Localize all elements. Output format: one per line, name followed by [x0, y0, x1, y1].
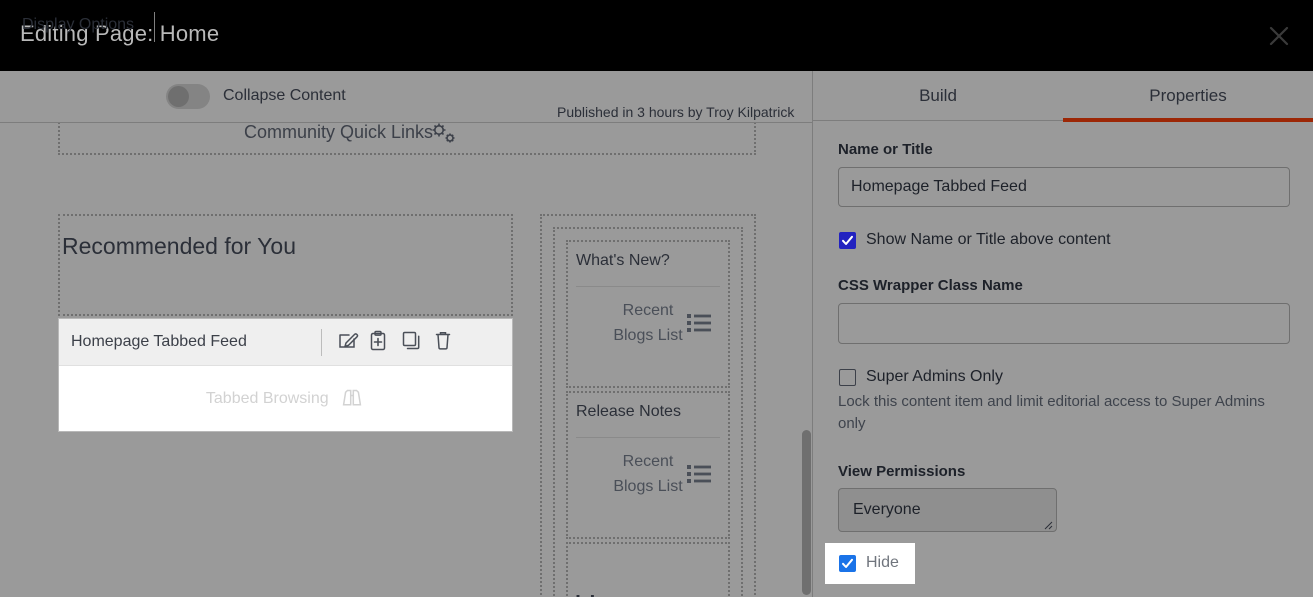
list-icon — [686, 462, 712, 494]
hide-checkbox[interactable] — [839, 554, 856, 572]
show-name-checkbox[interactable] — [839, 231, 856, 249]
edit-icon[interactable] — [337, 330, 359, 354]
binoculars-icon — [339, 386, 365, 413]
list-icon — [686, 311, 712, 343]
css-wrapper-label: CSS Wrapper Class Name — [838, 277, 1023, 294]
widget-have-an-heading: Have an — [574, 588, 689, 597]
toggle-knob — [168, 86, 189, 107]
content-card-homepage-tabbed-feed[interactable]: Homepage Tabbed Feed Tabbed Browsing — [58, 318, 513, 432]
card-action-icons — [337, 330, 455, 354]
view-permissions-select[interactable]: Everyone — [838, 488, 1057, 532]
widget-community-quick-links-title: Community Quick Links — [244, 123, 434, 142]
widget-release-notes-body: Recent Blogs List — [568, 449, 728, 499]
widget-whats-new-body: Recent Blogs List — [568, 298, 728, 348]
widget-release-notes-heading: Release Notes — [576, 403, 681, 420]
hide-checkbox-label[interactable]: Hide — [866, 554, 899, 572]
super-admins-help-text: Lock this content item and limit editori… — [838, 393, 1265, 432]
gears-icon — [428, 123, 458, 152]
collapse-content-label[interactable]: Collapse Content — [223, 87, 346, 105]
tab-properties[interactable]: Properties — [1063, 71, 1313, 122]
super-admins-checkbox[interactable] — [839, 368, 856, 386]
collapse-content-toggle[interactable] — [166, 84, 210, 109]
css-wrapper-input[interactable] — [838, 303, 1290, 344]
view-permissions-value: Everyone — [853, 501, 921, 518]
page-canvas: Community Quick Links Recommended for Yo… — [0, 123, 812, 597]
super-admins-checkbox-row[interactable]: Super Admins Only — [839, 368, 1003, 386]
tab-build[interactable]: Build — [813, 71, 1063, 121]
card-title: Homepage Tabbed Feed — [71, 333, 247, 350]
name-or-title-label: Name or Title — [838, 141, 933, 158]
widget-whats-new[interactable]: What's New? Recent Blogs List — [566, 240, 730, 388]
card-body: Tabbed Browsing — [59, 366, 512, 431]
copy-icon[interactable] — [401, 330, 423, 354]
hide-checkbox-row[interactable]: Hide — [839, 554, 899, 572]
card-body-label-text: Tabbed Browsing — [205, 390, 329, 407]
card-header: Homepage Tabbed Feed — [59, 319, 512, 366]
toolbar-divider — [154, 12, 155, 42]
super-admins-checkbox-label[interactable]: Super Admins Only — [866, 368, 1003, 386]
widget-release-notes[interactable]: Release Notes Recent Blogs List — [566, 391, 730, 539]
published-status-text: Published in 3 hours by Troy Kilpatrick — [557, 104, 795, 120]
display-options-button[interactable]: Display Options — [22, 16, 134, 34]
panel-tabs: Build Properties — [813, 71, 1313, 122]
widget-whats-new-heading: What's New? — [576, 252, 670, 269]
show-name-checkbox-row[interactable]: Show Name or Title above content — [839, 231, 1111, 249]
name-or-title-input[interactable] — [838, 167, 1290, 207]
widget-release-notes-rule — [576, 437, 720, 438]
close-icon[interactable] — [1261, 18, 1297, 54]
card-body-content: Tabbed Browsing — [59, 386, 512, 413]
trash-icon[interactable] — [433, 330, 455, 354]
view-permissions-label: View Permissions — [838, 463, 966, 480]
region-recommended-title: Recommended for You — [62, 233, 296, 259]
widget-whats-new-rule — [576, 286, 720, 287]
clipboard-plus-icon[interactable] — [369, 330, 391, 354]
properties-panel: Build Properties Name or Title Show Name… — [813, 71, 1313, 597]
resize-grip-icon[interactable] — [1041, 517, 1053, 530]
modal-header: Editing Page: Home — [0, 0, 1313, 71]
canvas-scrollbar-thumb[interactable] — [802, 430, 811, 595]
editing-page-modal: Editing Page: Home Display Options Colla… — [0, 0, 1313, 597]
card-header-divider — [321, 329, 322, 356]
region-recommended-for-you[interactable] — [58, 214, 513, 316]
show-name-checkbox-label[interactable]: Show Name or Title above content — [866, 231, 1111, 249]
widget-have-an[interactable]: Have an — [566, 542, 730, 597]
